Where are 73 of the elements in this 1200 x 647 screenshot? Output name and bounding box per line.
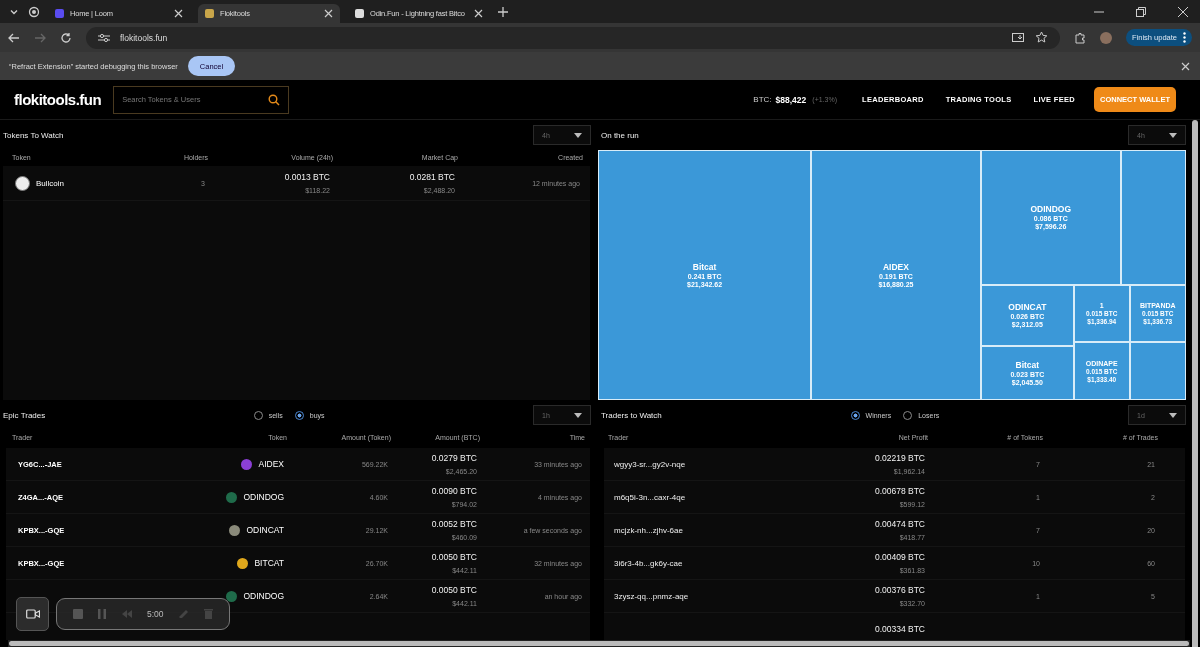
tile-name: Bitcat [1015, 359, 1040, 370]
profit-btc: 0.02219 BTC [874, 453, 925, 463]
address-bar[interactable]: flokitools.fun [86, 26, 1060, 49]
favicon [55, 9, 64, 18]
reload-icon[interactable] [60, 31, 72, 44]
amount-btc: 0.0279 BTC [431, 453, 477, 463]
caret-icon [574, 412, 582, 418]
caret-icon [1169, 132, 1177, 138]
profit-btc: 0.00409 BTC [874, 552, 925, 562]
pinned-tab-icon[interactable] [28, 5, 40, 18]
profit-btc: 0.00474 BTC [874, 519, 925, 529]
favicon [355, 9, 364, 18]
favicon [205, 9, 214, 18]
trader-address[interactable]: 3zysz-qq...pnmz-aqe [614, 591, 689, 601]
new-tab-icon[interactable] [498, 6, 508, 17]
volume-btc: 0.0013 BTC [284, 172, 330, 182]
amount-btc: 0.0050 BTC [431, 585, 477, 595]
caret-icon [574, 132, 582, 138]
radio-button[interactable] [294, 410, 304, 420]
back-icon[interactable] [8, 31, 20, 44]
amount-btc: 0.0090 BTC [431, 486, 477, 496]
btc-label: BTC: [753, 95, 772, 104]
profit-btc: 0.00376 BTC [874, 585, 925, 595]
panel-title: Traders to Watch [601, 410, 662, 420]
close-icon[interactable] [174, 9, 183, 18]
amount-btc: 0.0052 BTC [431, 519, 477, 529]
token-name[interactable]: BITCAT [254, 558, 284, 568]
site-logo[interactable]: flokitools.fun [14, 91, 102, 108]
star-icon[interactable] [1034, 31, 1048, 45]
token-icon [15, 175, 30, 191]
profit-btc: 0.00334 BTC [874, 624, 925, 634]
close-icon[interactable] [324, 9, 333, 18]
btc-price: $88,422 [775, 94, 807, 105]
token-name[interactable]: ODINCAT [246, 525, 284, 535]
recording-timer: 5:00 [146, 609, 164, 619]
trader-address[interactable]: mcjzk-nh...zjhv-6ae [614, 525, 683, 535]
amount-btc: 0.0050 BTC [431, 552, 477, 562]
restart-icon[interactable] [121, 610, 132, 618]
close-icon[interactable] [1181, 61, 1190, 71]
site-settings-icon [98, 32, 110, 43]
close-icon[interactable] [1178, 6, 1188, 17]
recording-controls[interactable]: 5:00 [56, 598, 230, 630]
trader-address[interactable]: 3i6r3-4b...gk6y-cae [614, 558, 683, 568]
camera-icon [25, 609, 40, 619]
more-icon[interactable] [1183, 32, 1186, 44]
scrollbar[interactable] [9, 641, 1189, 646]
install-icon[interactable] [1011, 31, 1025, 44]
treemap-tile[interactable] [1120, 150, 1186, 285]
tile-name: Bitcat [692, 262, 717, 272]
panel-title: On the run [601, 130, 639, 140]
close-icon[interactable] [474, 9, 483, 18]
radio-button[interactable] [850, 410, 860, 420]
trader-address[interactable]: m6q5i-3n...caxr-4qe [614, 492, 686, 502]
treemap-tile[interactable] [1129, 342, 1186, 400]
token-name[interactable]: ODINDOG [243, 591, 284, 601]
camera-button[interactable] [16, 597, 49, 631]
search-icon[interactable] [268, 93, 281, 106]
cap-btc: 0.0281 BTC [409, 172, 455, 182]
scrollbar[interactable] [1192, 120, 1198, 647]
panel-title: Tokens To Watch [3, 130, 64, 140]
extensions-icon[interactable] [1073, 31, 1086, 44]
trader-address[interactable]: wgyy3-sr...gy2v-nqe [614, 459, 686, 469]
tile-name: AIDEX [882, 262, 909, 272]
token-name[interactable]: Bullcoin [36, 178, 64, 188]
profit-btc: 0.00678 BTC [874, 486, 925, 496]
restore-icon[interactable] [1136, 6, 1146, 17]
tile-name: ODINCAT [1008, 302, 1047, 313]
token-name[interactable]: AIDEX [258, 459, 284, 469]
token-name[interactable]: ODINDOG [243, 492, 284, 502]
panel-title: Epic Trades [3, 410, 46, 420]
tile-name: ODINDOG [1030, 204, 1072, 215]
avatar-icon[interactable] [1099, 31, 1112, 44]
caret-icon [1169, 412, 1177, 418]
